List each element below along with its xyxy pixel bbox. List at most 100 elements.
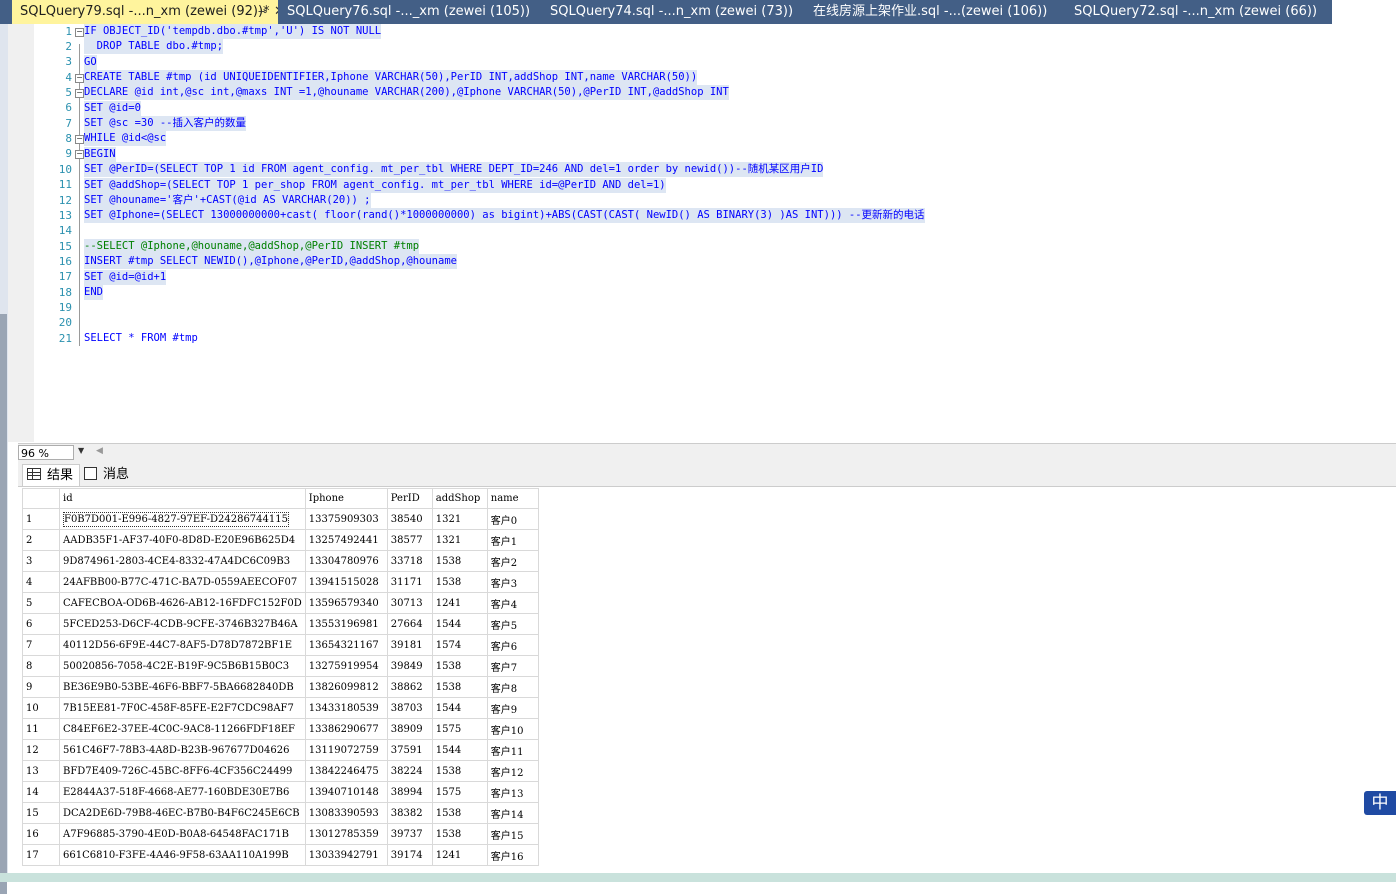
- tab-sqlquery74[interactable]: SQLQuery74.sql -...n_xm (zewei (73)): [542, 0, 804, 24]
- tab-listing-job[interactable]: 在线房源上架作业.sql -...(zewei (106)): [805, 0, 1067, 24]
- name-cell[interactable]: 客户0: [486, 508, 539, 530]
- addshop-cell[interactable]: 1574: [431, 634, 488, 656]
- results-table[interactable]: id Iphone PerID addShop name 1 F0B7D001-E…: [22, 488, 539, 866]
- code-line[interactable]: CREATE TABLE #tmp (id UNIQUEIDENTIFIER,I…: [84, 70, 698, 85]
- table-row[interactable]: 2 AADB35F1-AF37-40F0-8D8D-E20E96B625D4 132…: [22, 529, 539, 551]
- addshop-cell[interactable]: 1575: [431, 718, 488, 740]
- row-number-cell[interactable]: 7: [22, 634, 60, 656]
- perid-cell[interactable]: 38577: [386, 529, 433, 551]
- iphone-cell[interactable]: 13654321167: [304, 634, 388, 656]
- code-line[interactable]: SET @id=@id+1: [84, 270, 167, 285]
- row-number-cell[interactable]: 2: [22, 529, 60, 551]
- addshop-cell[interactable]: 1544: [431, 739, 488, 761]
- perid-cell[interactable]: 30713: [386, 592, 433, 614]
- table-row[interactable]: 11 C84EF6E2-37EE-4C0C-9AC8-11266FDF18EF 13…: [22, 718, 539, 740]
- addshop-cell[interactable]: 1544: [431, 697, 488, 719]
- tab-results[interactable]: 结果: [22, 464, 80, 486]
- row-number-cell[interactable]: 14: [22, 781, 60, 803]
- id-cell[interactable]: 661C6810-F3FE-4A46-9F58-63AA110A199B: [59, 844, 306, 866]
- code-line[interactable]: DECLARE @id int,@sc int,@maxs INT =1,@ho…: [84, 85, 729, 100]
- id-cell[interactable]: C84EF6E2-37EE-4C0C-9AC8-11266FDF18EF: [59, 718, 306, 740]
- zoom-select[interactable]: 96 %: [18, 445, 74, 460]
- id-cell[interactable]: E2844A37-518F-4668-AE77-160BDE30E7B6: [59, 781, 306, 803]
- iphone-cell[interactable]: 13304780976: [304, 550, 388, 572]
- addshop-cell[interactable]: 1241: [431, 844, 488, 866]
- id-cell[interactable]: 40112D56-6F9E-44C7-8AF5-D78D7872BF1E: [59, 634, 306, 656]
- perid-cell[interactable]: 39737: [386, 823, 433, 845]
- table-row[interactable]: 6 5FCED253-D6CF-4CDB-9CFE-3746B327B46A 135…: [22, 613, 539, 635]
- code-line[interactable]: SET @sc =30 --插入客户的数量: [84, 116, 247, 131]
- id-cell[interactable]: 561C46F7-78B3-4A8D-B23B-967677D04626: [59, 739, 306, 761]
- column-header-id[interactable]: id: [59, 488, 306, 509]
- column-header-name[interactable]: name: [486, 488, 539, 509]
- addshop-cell[interactable]: 1544: [431, 613, 488, 635]
- column-header-addshop[interactable]: addShop: [431, 488, 488, 509]
- scrollbar-thumb[interactable]: [0, 314, 7, 894]
- id-cell[interactable]: BE36E9B0-53BE-46F6-BBF7-5BA6682840DB: [59, 676, 306, 698]
- code-line[interactable]: --SELECT @Iphone,@houname,@addShop,@PerI…: [84, 239, 420, 254]
- perid-cell[interactable]: 38703: [386, 697, 433, 719]
- perid-cell[interactable]: 38382: [386, 802, 433, 824]
- collapse-icon[interactable]: −: [75, 28, 84, 37]
- code-line[interactable]: DROP TABLE dbo.#tmp;: [84, 39, 224, 54]
- row-number-cell[interactable]: 3: [22, 550, 60, 572]
- perid-cell[interactable]: 38540: [386, 508, 433, 530]
- row-number-cell[interactable]: 16: [22, 823, 60, 845]
- row-number-cell[interactable]: 8: [22, 655, 60, 677]
- iphone-cell[interactable]: 13012785359: [304, 823, 388, 845]
- table-row[interactable]: 13 BFD7E409-726C-45BC-8FF6-4CF356C24499 13…: [22, 760, 539, 782]
- row-number-cell[interactable]: 17: [22, 844, 60, 866]
- addshop-cell[interactable]: 1538: [431, 802, 488, 824]
- table-row[interactable]: 10 7B15EE81-7F0C-458F-85FE-E2F7CDC98AF7 13…: [22, 697, 539, 719]
- addshop-cell[interactable]: 1538: [431, 760, 488, 782]
- collapse-icon[interactable]: −: [75, 89, 84, 98]
- perid-cell[interactable]: 33718: [386, 550, 433, 572]
- name-cell[interactable]: 客户12: [486, 760, 539, 782]
- name-cell[interactable]: 客户16: [486, 844, 539, 866]
- code-line[interactable]: BEGIN: [84, 147, 116, 162]
- tab-sqlquery79[interactable]: SQLQuery79.sql -...n_xm (zewei (92))* ⊸ …: [12, 0, 278, 24]
- addshop-cell[interactable]: 1538: [431, 550, 488, 572]
- table-row[interactable]: 3 9D874961-2803-4CE4-8332-47A4DC6C09B3 133…: [22, 550, 539, 572]
- table-row[interactable]: 17 661C6810-F3FE-4A46-9F58-63AA110A199B 13…: [22, 844, 539, 866]
- code-line[interactable]: GO: [84, 55, 97, 70]
- name-cell[interactable]: 客户2: [486, 550, 539, 572]
- iphone-cell[interactable]: 13275919954: [304, 655, 388, 677]
- addshop-cell[interactable]: 1241: [431, 592, 488, 614]
- name-cell[interactable]: 客户9: [486, 697, 539, 719]
- code-line[interactable]: SELECT * FROM #tmp: [84, 331, 198, 346]
- row-number-cell[interactable]: 4: [22, 571, 60, 593]
- perid-cell[interactable]: 38224: [386, 760, 433, 782]
- id-cell[interactable]: 5FCED253-D6CF-4CDB-9CFE-3746B327B46A: [59, 613, 306, 635]
- tab-sqlquery72[interactable]: SQLQuery72.sql -...n_xm (zewei (66)): [1066, 0, 1332, 24]
- name-cell[interactable]: 客户15: [486, 823, 539, 845]
- scroll-left-icon[interactable]: ◀: [96, 446, 103, 456]
- code-line[interactable]: END: [84, 285, 103, 300]
- id-cell[interactable]: 7B15EE81-7F0C-458F-85FE-E2F7CDC98AF7: [59, 697, 306, 719]
- iphone-cell[interactable]: 13842246475: [304, 760, 388, 782]
- iphone-cell[interactable]: 13119072759: [304, 739, 388, 761]
- name-cell[interactable]: 客户3: [486, 571, 539, 593]
- code-line[interactable]: SET @id=0: [84, 101, 141, 116]
- table-row[interactable]: 9 BE36E9B0-53BE-46F6-BBF7-5BA6682840DB 138…: [22, 676, 539, 698]
- tab-sqlquery76[interactable]: SQLQuery76.sql -..._xm (zewei (105)): [279, 0, 541, 24]
- table-row[interactable]: 12 561C46F7-78B3-4A8D-B23B-967677D04626 13…: [22, 739, 539, 761]
- perid-cell[interactable]: 38862: [386, 676, 433, 698]
- row-number-cell[interactable]: 6: [22, 613, 60, 635]
- perid-cell[interactable]: 38994: [386, 781, 433, 803]
- iphone-cell[interactable]: 13553196981: [304, 613, 388, 635]
- id-cell[interactable]: F0B7D001-E996-4827-97EF-D24286744115: [59, 508, 306, 530]
- table-row[interactable]: 7 40112D56-6F9E-44C7-8AF5-D78D7872BF1E 136…: [22, 634, 539, 656]
- perid-cell[interactable]: 39181: [386, 634, 433, 656]
- iphone-cell[interactable]: 13940710148: [304, 781, 388, 803]
- row-number-cell[interactable]: 5: [22, 592, 60, 614]
- addshop-cell[interactable]: 1321: [431, 508, 488, 530]
- perid-cell[interactable]: 37591: [386, 739, 433, 761]
- iphone-cell[interactable]: 13386290677: [304, 718, 388, 740]
- addshop-cell[interactable]: 1538: [431, 823, 488, 845]
- id-cell[interactable]: 50020856-7058-4C2E-B19F-9C5B6B15B0C3: [59, 655, 306, 677]
- table-row[interactable]: 15 DCA2DE6D-79B8-46EC-B7B0-B4F6C245E6CB 13…: [22, 802, 539, 824]
- row-number-cell[interactable]: 10: [22, 697, 60, 719]
- left-scrollbar[interactable]: [0, 24, 8, 894]
- row-number-cell[interactable]: 9: [22, 676, 60, 698]
